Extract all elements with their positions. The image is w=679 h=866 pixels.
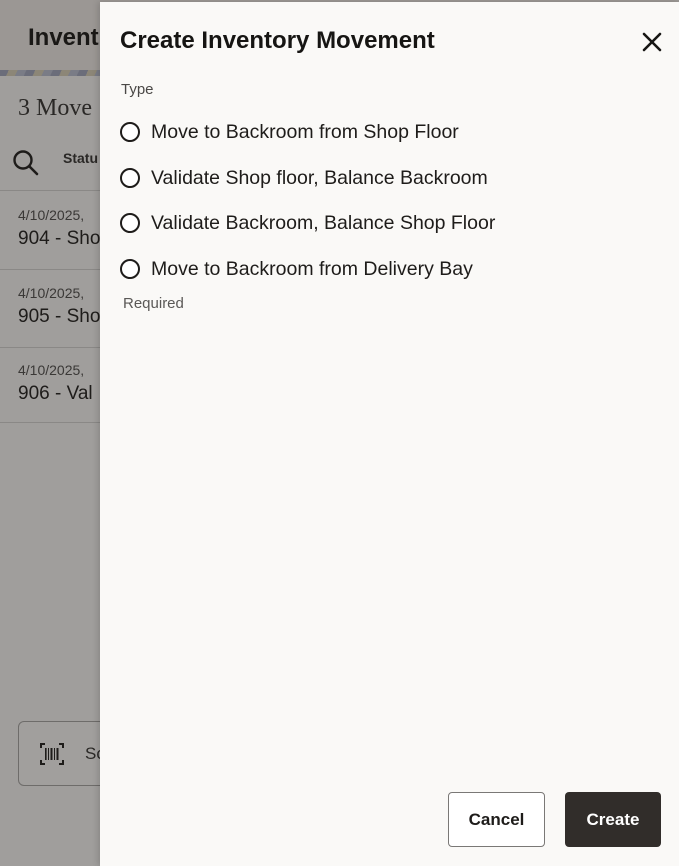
drawer-title: Create Inventory Movement [120, 27, 435, 54]
create-movement-drawer: Create Inventory Movement Type Move to B… [100, 2, 679, 866]
bg-divider [0, 422, 100, 423]
radio-option-label: Validate Shop floor, Balance Backroom [151, 166, 488, 189]
bg-divider [0, 190, 100, 191]
screen: Invent 3 Move Statu 4/10/2025, 904 - Sho… [0, 0, 679, 866]
radio-button[interactable] [120, 213, 140, 233]
bg-list-item-date: 4/10/2025, [18, 362, 85, 378]
bg-list-item: 4/10/2025, 905 - Sho [18, 285, 108, 328]
radio-option-move-backroom-delivery-bay[interactable]: Move to Backroom from Delivery Bay [120, 252, 495, 298]
type-field-label: Type [121, 81, 154, 98]
bg-list-item-title: 904 - Sho [18, 228, 101, 249]
bg-list-item-title: 905 - Sho [18, 306, 101, 327]
required-helper-text: Required [123, 295, 184, 312]
bg-list-item: 4/10/2025, 906 - Val [18, 362, 108, 405]
bg-list-item-date: 4/10/2025, [18, 207, 85, 223]
cancel-button[interactable]: Cancel [448, 792, 545, 847]
radio-option-label: Move to Backroom from Shop Floor [151, 121, 459, 143]
radio-option-validate-backroom[interactable]: Validate Backroom, Balance Shop Floor [120, 206, 495, 252]
radio-option-label: Move to Backroom from Delivery Bay [151, 257, 473, 280]
type-radio-group: Move to Backroom from Shop Floor Validat… [120, 115, 495, 297]
radio-option-validate-shop-floor[interactable]: Validate Shop floor, Balance Backroom [120, 161, 495, 207]
bg-movement-count: 3 Move [18, 95, 92, 121]
bg-status-filter: Statu [63, 150, 98, 166]
close-icon [642, 32, 662, 52]
bg-list-item: 4/10/2025, 904 - Sho [18, 207, 108, 250]
create-button[interactable]: Create [565, 792, 661, 847]
bg-list-item-title: 906 - Val [18, 383, 93, 404]
bg-page-title: Invent [28, 24, 99, 51]
close-button[interactable] [638, 28, 666, 56]
radio-button[interactable] [120, 122, 140, 142]
radio-option-label: Validate Backroom, Balance Shop Floor [151, 212, 496, 234]
bg-list-item-date: 4/10/2025, [18, 285, 85, 301]
barcode-icon [40, 743, 64, 765]
bg-divider [0, 269, 100, 270]
radio-button[interactable] [120, 167, 140, 188]
radio-button[interactable] [120, 258, 140, 279]
bg-divider [0, 347, 100, 348]
radio-option-move-backroom-shop-floor[interactable]: Move to Backroom from Shop Floor [120, 115, 495, 161]
search-icon [13, 150, 39, 176]
